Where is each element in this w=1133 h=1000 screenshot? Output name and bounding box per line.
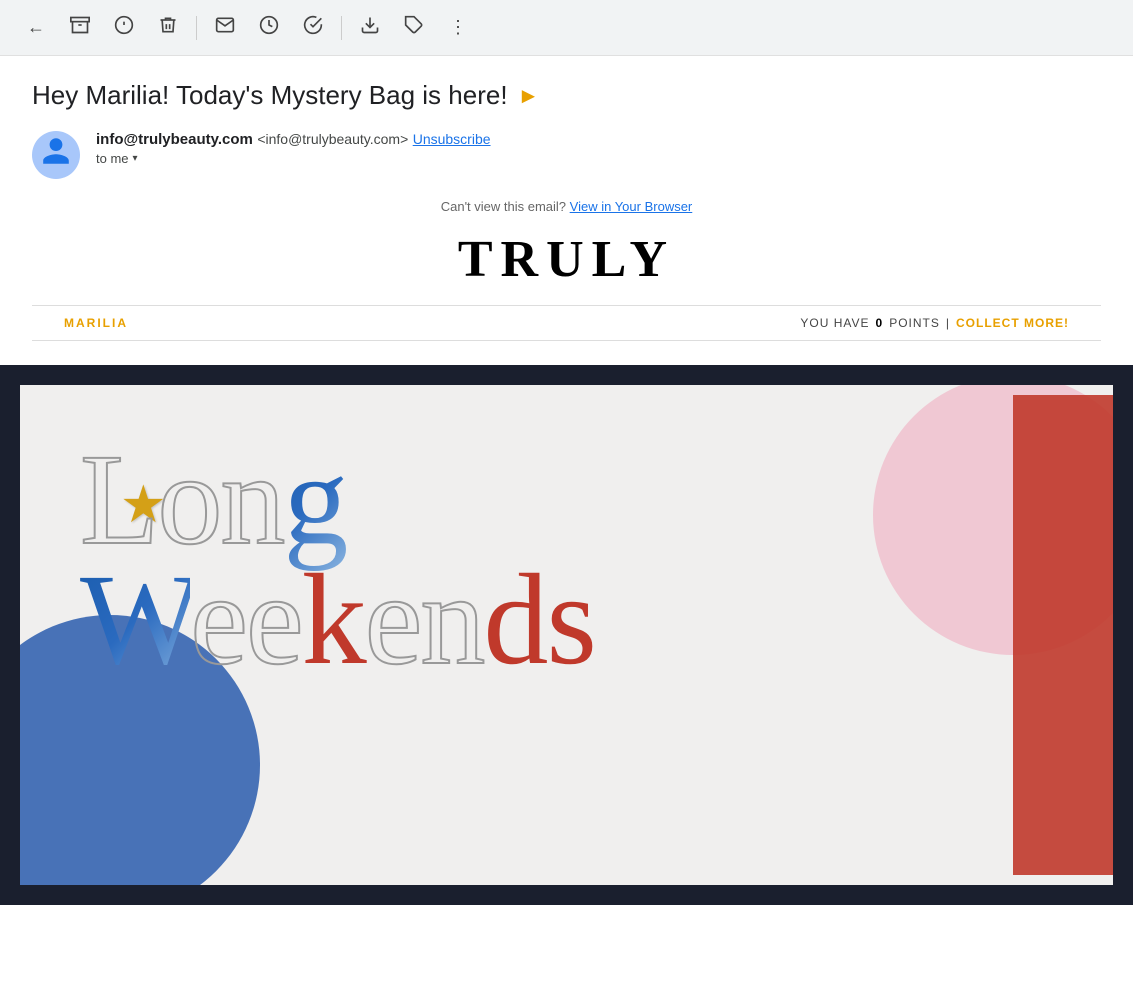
delete-icon xyxy=(158,15,178,40)
hero-line2: Weekends xyxy=(80,555,1053,685)
to-me-row: to me ▾ xyxy=(96,151,491,166)
weekends-text-ds: ds xyxy=(483,548,595,692)
archive-button[interactable] xyxy=(60,8,100,48)
weekends-text-k: k xyxy=(302,548,365,692)
sender-email-angle: <info@trulybeauty.com> xyxy=(257,131,408,147)
sender-row: info@trulybeauty.com <info@trulybeauty.c… xyxy=(32,131,1101,179)
points-value: 0 xyxy=(876,316,884,330)
weekends-text-ee: ee xyxy=(190,548,301,692)
sender-name-line: info@trulybeauty.com <info@trulybeauty.c… xyxy=(96,131,491,149)
hero-image: ★ Long Weekends xyxy=(20,385,1113,885)
more-icon: ⋮ xyxy=(449,17,467,38)
hero-container: ★ Long Weekends xyxy=(0,365,1133,905)
download-icon xyxy=(360,15,380,40)
task-button[interactable] xyxy=(293,8,333,48)
chevron-down-icon[interactable]: ▾ xyxy=(133,153,138,164)
clock-icon xyxy=(259,15,279,40)
brand-header: TRULY xyxy=(32,230,1101,289)
snooze-button[interactable] xyxy=(249,8,289,48)
collect-more-link[interactable]: COLLECT MORE! xyxy=(956,316,1069,330)
to-label: to me xyxy=(96,151,129,166)
mail-icon xyxy=(215,15,235,40)
weekends-text-ends: en xyxy=(365,548,484,692)
label-button[interactable] xyxy=(394,8,434,48)
email-toolbar: ← xyxy=(0,0,1133,56)
back-icon: ← xyxy=(27,17,45,38)
sender-name: info@trulybeauty.com xyxy=(96,131,253,148)
task-icon xyxy=(303,15,323,40)
download-button[interactable] xyxy=(350,8,390,48)
report-button[interactable] xyxy=(104,8,144,48)
delete-button[interactable] xyxy=(148,8,188,48)
report-icon xyxy=(114,15,134,40)
email-content: Hey Marilia! Today's Mystery Bag is here… xyxy=(0,56,1133,365)
unsubscribe-link[interactable]: Unsubscribe xyxy=(413,131,491,147)
label-icon xyxy=(404,15,424,40)
hero-line1: Long xyxy=(80,435,1053,565)
weekends-text-we: W xyxy=(80,548,190,692)
avatar xyxy=(32,131,80,179)
points-bar: MARILIA YOU HAVE 0 POINTS | COLLECT MORE… xyxy=(32,305,1101,341)
sender-info: info@trulybeauty.com <info@trulybeauty.c… xyxy=(96,131,491,166)
hero-image-wrapper: ★ Long Weekends xyxy=(20,395,1113,875)
points-suffix: POINTS xyxy=(889,316,940,330)
mail-button[interactable] xyxy=(205,8,245,48)
view-browser-row: Can't view this email? View in Your Brow… xyxy=(32,199,1101,214)
email-subject: Hey Marilia! Today's Mystery Bag is here… xyxy=(32,80,1101,111)
view-browser-link[interactable]: View in Your Browser xyxy=(570,199,693,214)
avatar-icon xyxy=(40,135,72,175)
points-info: YOU HAVE 0 POINTS | COLLECT MORE! xyxy=(800,316,1069,330)
more-button[interactable]: ⋮ xyxy=(438,8,478,48)
brand-name: TRULY xyxy=(458,231,675,288)
points-prefix: YOU HAVE xyxy=(800,316,869,330)
hero-text: Long Weekends xyxy=(20,395,1113,725)
archive-icon xyxy=(70,15,90,40)
view-browser-text: Can't view this email? xyxy=(441,199,566,214)
divider-1 xyxy=(196,16,197,40)
subject-arrow: ► xyxy=(518,83,540,109)
subject-text: Hey Marilia! Today's Mystery Bag is here… xyxy=(32,80,508,111)
back-button[interactable]: ← xyxy=(16,8,56,48)
divider-2 xyxy=(341,16,342,40)
user-name: MARILIA xyxy=(64,316,128,330)
points-divider: | xyxy=(946,316,950,330)
